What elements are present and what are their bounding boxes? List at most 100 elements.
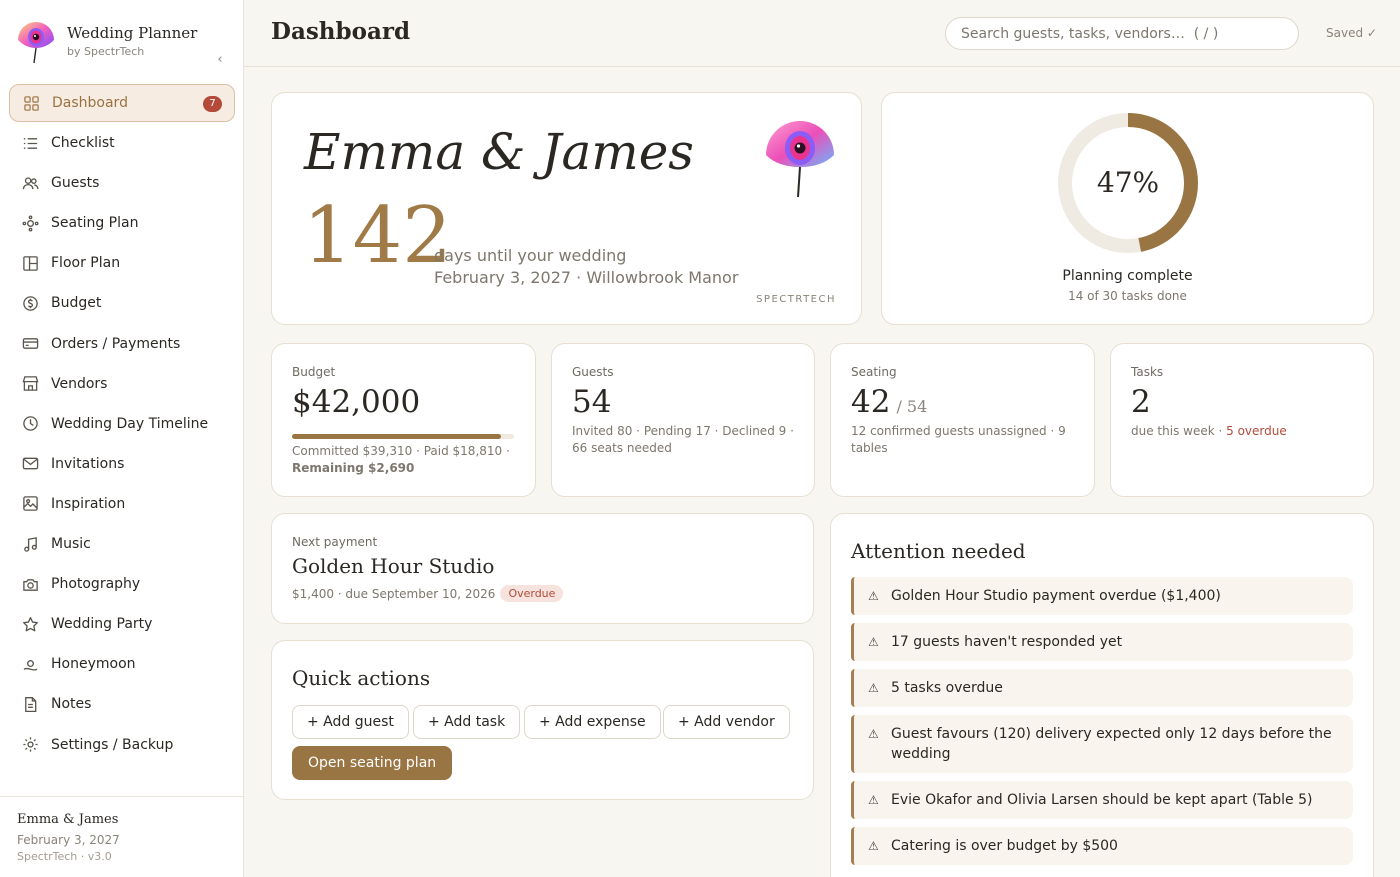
peacock-logo-icon — [766, 121, 834, 198]
attention-text: 5 tasks overdue — [891, 680, 1003, 696]
search-input[interactable] — [945, 17, 1299, 50]
sidebar-item-label: Notes — [51, 696, 92, 713]
footer-version: SpectrTech · v3.0 — [17, 850, 112, 863]
seating-total: / 54 — [896, 397, 928, 416]
store-icon — [21, 375, 39, 393]
warning-icon: ⚠ — [868, 635, 879, 649]
budget-committed-paid: Committed $39,310 · Paid $18,810 · — [292, 444, 510, 458]
sidebar-item-label: Music — [51, 536, 91, 553]
chevron-left-icon[interactable]: ‹ — [212, 51, 228, 69]
budget-progress-fill — [292, 434, 501, 439]
brand-title: Wedding Planner — [67, 24, 198, 42]
seating-value: 42 / 54 — [851, 384, 927, 420]
warning-icon: ⚠ — [868, 681, 879, 695]
payment-amount-due: $1,400 · due September 10, 2026 — [292, 586, 496, 601]
guests-card[interactable]: Guests 54 Invited 80 · Pending 17 · Decl… — [551, 343, 815, 497]
tasks-due-week: due this week · — [1131, 424, 1223, 438]
footer-couple-name: Emma & James — [17, 812, 119, 827]
tasks-label: Tasks — [1131, 365, 1164, 379]
warning-icon: ⚠ — [868, 793, 879, 807]
seating-card[interactable]: Seating 42 / 54 12 confirmed guests unass… — [830, 343, 1095, 497]
sidebar-item-vendors[interactable]: Vendors — [9, 365, 235, 403]
warning-icon: ⚠ — [868, 839, 879, 853]
seating-summary: 12 confirmed guests unassigned · 9 table… — [851, 424, 1066, 455]
warning-icon: ⚠ — [868, 589, 879, 603]
sidebar-item-label: Checklist — [51, 135, 115, 152]
couple-names: Emma & James — [304, 123, 694, 181]
floorplan-icon — [21, 254, 39, 272]
sidebar-item-wedding-day-timeline[interactable]: Wedding Day Timeline — [9, 405, 235, 443]
image-icon — [21, 495, 39, 513]
grid-icon — [22, 94, 40, 112]
sidebar-item-label: Dashboard — [52, 95, 128, 111]
budget-progress-bar — [292, 434, 514, 439]
days-label: days until your wedding — [434, 246, 627, 265]
music-icon — [21, 535, 39, 553]
attention-item[interactable]: ⚠ Evie Okafor and Olivia Larsen should be… — [851, 781, 1353, 819]
guests-label: Guests — [572, 365, 614, 379]
sidebar-item-dashboard[interactable]: Dashboard 7 — [9, 84, 235, 122]
open-seating-plan-button[interactable]: Open seating plan — [292, 746, 453, 780]
budget-card[interactable]: Budget $42,000 Committed $39,310 · Paid … — [271, 343, 536, 497]
gear-icon — [21, 736, 39, 754]
wedding-date-venue: February 3, 2027 · Willowbrook Manor — [434, 268, 739, 287]
sidebar-item-label: Seating Plan — [51, 215, 139, 232]
attention-item[interactable]: ⚠ 5 tasks overdue — [851, 669, 1353, 707]
sidebar-item-notes[interactable]: Notes — [9, 685, 235, 723]
sidebar-item-seating-plan[interactable]: Seating Plan — [9, 204, 235, 242]
seating-icon — [21, 214, 39, 232]
sidebar-item-label: Settings / Backup — [51, 736, 174, 753]
sidebar-item-label: Honeymoon — [51, 656, 136, 673]
brand[interactable]: Wedding Planner by SpectrTech ‹ — [16, 18, 228, 69]
sidebar-item-guests[interactable]: Guests — [9, 164, 235, 202]
sidebar-item-label: Wedding Day Timeline — [51, 415, 209, 432]
tasks-card[interactable]: Tasks 2 due this week · 5 overdue — [1110, 343, 1374, 497]
sidebar-item-label: Vendors — [51, 375, 108, 392]
next-payment-card[interactable]: Next payment Golden Hour Studio $1,400 ·… — [271, 513, 814, 624]
sidebar-item-photography[interactable]: Photography — [9, 565, 235, 603]
payment-detail: $1,400 · due September 10, 2026 Overdue — [292, 585, 564, 602]
sidebar-item-invitations[interactable]: Invitations — [9, 445, 235, 483]
progress-percent: 47% — [1096, 166, 1160, 199]
attention-item[interactable]: ⚠ Guest favours (120) delivery expected o… — [851, 715, 1353, 773]
add-expense-button[interactable]: + Add expense — [524, 705, 661, 739]
sidebar-item-floor-plan[interactable]: Floor Plan — [9, 244, 235, 282]
sidebar-item-label: Invitations — [51, 455, 125, 472]
footer-wedding-date: February 3, 2027 — [17, 833, 120, 847]
sidebar-item-inspiration[interactable]: Inspiration — [9, 485, 235, 523]
add-guest-button[interactable]: + Add guest — [292, 705, 409, 739]
attention-item[interactable]: ⚠ Catering is over budget by $500 — [851, 827, 1353, 865]
brand-subtitle: by SpectrTech — [67, 45, 145, 58]
sidebar-item-wedding-party[interactable]: Wedding Party — [9, 605, 235, 643]
next-payment-label: Next payment — [292, 535, 378, 549]
sidebar-footer: Emma & James February 3, 2027 SpectrTech… — [0, 796, 243, 877]
sidebar-item-honeymoon[interactable]: Honeymoon — [9, 645, 235, 683]
sidebar-item-settings-backup[interactable]: Settings / Backup — [9, 726, 235, 764]
guests-value: 54 — [572, 384, 612, 420]
notification-badge: 7 — [203, 96, 222, 112]
add-vendor-button[interactable]: + Add vendor — [663, 705, 790, 739]
sidebar-item-music[interactable]: Music — [9, 525, 235, 563]
attention-text: Guest favours (120) delivery expected on… — [891, 726, 1332, 762]
sidebar-item-label: Budget — [51, 295, 102, 312]
budget-label: Budget — [292, 365, 336, 379]
attention-text: Golden Hour Studio payment overdue ($1,4… — [891, 588, 1221, 604]
tasks-overdue: 5 overdue — [1226, 424, 1287, 438]
sidebar-item-checklist[interactable]: Checklist — [9, 124, 235, 162]
overdue-badge: Overdue — [500, 585, 564, 602]
attention-item[interactable]: ⚠ Golden Hour Studio payment overdue ($1,… — [851, 577, 1353, 615]
sidebar: Wedding Planner by SpectrTech ‹ Dashboar… — [0, 0, 244, 877]
clock-icon — [21, 415, 39, 433]
sidebar-item-budget[interactable]: Budget — [9, 284, 235, 322]
days-count: 142 — [303, 191, 452, 281]
page-title: Dashboard — [271, 18, 411, 45]
attention-text: Evie Okafor and Olivia Larsen should be … — [891, 792, 1313, 808]
attention-item[interactable]: ⚠ 17 guests haven't responded yet — [851, 623, 1353, 661]
star-icon — [21, 615, 39, 633]
tasks-summary: due this week · 5 overdue — [1131, 423, 1353, 440]
note-icon — [21, 695, 39, 713]
budget-value: $42,000 — [292, 384, 421, 420]
sidebar-item-orders-payments[interactable]: Orders / Payments — [9, 325, 235, 363]
planning-progress-card: 47% Planning complete 14 of 30 tasks don… — [881, 92, 1374, 325]
add-task-button[interactable]: + Add task — [413, 705, 521, 739]
